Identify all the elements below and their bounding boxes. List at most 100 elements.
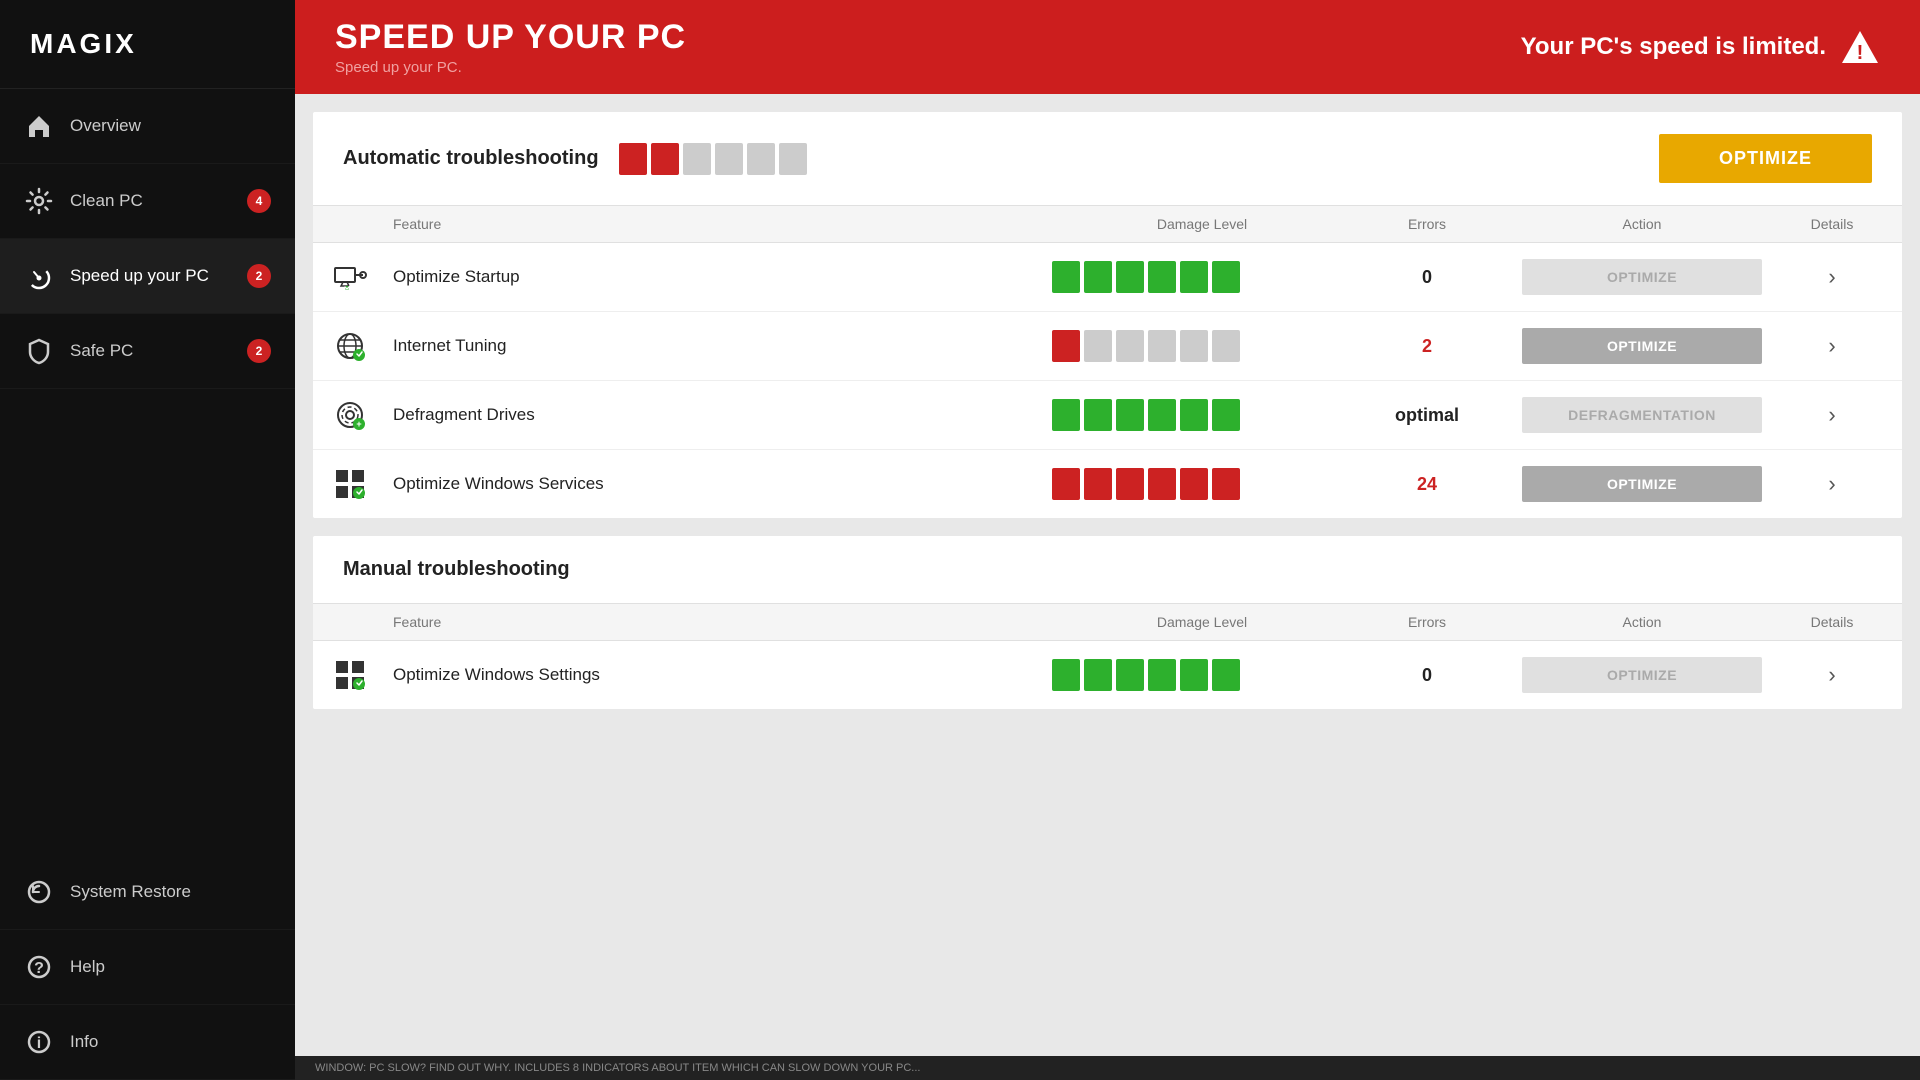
windows-services-action: OPTIMIZE: [1502, 466, 1782, 502]
defragment-errors: optimal: [1352, 405, 1502, 426]
windows-services-details[interactable]: ›: [1782, 467, 1882, 501]
optimize-all-button[interactable]: OPTIMIZE: [1659, 134, 1872, 183]
header-left: SPEED UP YOUR PC Speed up your PC.: [335, 18, 686, 76]
optimize-startup-action: OPTIMIZE: [1502, 259, 1782, 295]
shield-icon: [24, 336, 54, 366]
sidebar-bottom: System Restore ? Help i: [0, 855, 295, 1080]
windows-services-bars: [1052, 468, 1352, 500]
home-icon: [24, 111, 54, 141]
windows-settings-chevron[interactable]: ›: [1820, 658, 1843, 692]
section-bar-1: [619, 143, 647, 175]
manual-section-header: Manual troubleshooting: [313, 536, 1902, 604]
info-icon: i: [24, 1027, 54, 1057]
defragment-chevron[interactable]: ›: [1820, 398, 1843, 432]
windows-services-button[interactable]: OPTIMIZE: [1522, 466, 1762, 502]
optimize-startup-details[interactable]: ›: [1782, 260, 1882, 294]
col-feature: Feature: [393, 216, 1052, 232]
sidebar-item-safe-pc-label: Safe PC: [70, 341, 231, 361]
defragment-details[interactable]: ›: [1782, 398, 1882, 432]
windows-settings-details[interactable]: ›: [1782, 658, 1882, 692]
restore-icon: [24, 877, 54, 907]
windows-services-chevron[interactable]: ›: [1820, 467, 1843, 501]
internet-tuning-name: Internet Tuning: [393, 336, 1052, 356]
logo-area: MAGIX: [0, 0, 295, 89]
col-action: Action: [1502, 216, 1782, 232]
section-bar-5: [747, 143, 775, 175]
windows-settings-button: OPTIMIZE: [1522, 657, 1762, 693]
sidebar-item-system-restore-label: System Restore: [70, 882, 271, 902]
section-bar-2: [651, 143, 679, 175]
sidebar-item-overview[interactable]: Overview: [0, 89, 295, 164]
sidebar-item-system-restore[interactable]: System Restore: [0, 855, 295, 930]
manual-col-errors: Errors: [1352, 614, 1502, 630]
sidebar-navigation: Overview Clean PC 4 Speed up your: [0, 89, 295, 1080]
gear-icon: [24, 186, 54, 216]
bottom-status-bar: WINDOW: PC SLOW? FIND OUT WHY. INCLUDES …: [295, 1056, 1920, 1080]
svg-text:!: !: [1857, 42, 1864, 64]
page-subtitle: Speed up your PC.: [335, 59, 686, 76]
optimize-startup-chevron[interactable]: ›: [1820, 260, 1843, 294]
table-row: Optimize Windows Settings 0 OPTIMIZE ›: [313, 641, 1902, 709]
sidebar-item-overview-label: Overview: [70, 116, 271, 136]
table-row: Optimize Windows Services 24 OPTIMIZE ›: [313, 450, 1902, 518]
automatic-table-header: Feature Damage Level Errors Action Detai…: [313, 206, 1902, 243]
windows-settings-bars: [1052, 659, 1352, 691]
optimize-startup-name: Optimize Startup: [393, 267, 1052, 287]
content-area: Automatic troubleshooting OPTIMIZE Featu…: [295, 94, 1920, 1056]
manual-section-title: Manual troubleshooting: [343, 558, 570, 581]
internet-tuning-details[interactable]: ›: [1782, 329, 1882, 363]
sidebar-item-help[interactable]: ? Help: [0, 930, 295, 1005]
section-bar-6: [779, 143, 807, 175]
manual-col-action: Action: [1502, 614, 1782, 630]
windows-settings-action: OPTIMIZE: [1502, 657, 1782, 693]
header-right: Your PC's speed is limited. !: [1521, 29, 1880, 65]
safe-pc-badge: 2: [247, 339, 271, 363]
windows-settings-icon: [333, 658, 393, 692]
warning-text: Your PC's speed is limited.: [1521, 33, 1826, 61]
manual-col-feature: Feature: [393, 614, 1052, 630]
sidebar: MAGIX Overview Clean PC 4: [0, 0, 295, 1080]
sidebar-item-speed-up-label: Speed up your PC: [70, 266, 231, 286]
sidebar-item-info[interactable]: i Info: [0, 1005, 295, 1080]
page-header: SPEED UP YOUR PC Speed up your PC. Your …: [295, 0, 1920, 94]
manual-col-details: Details: [1782, 614, 1882, 630]
svg-text:?: ?: [34, 960, 44, 977]
internet-tuning-bars: [1052, 330, 1352, 362]
windows-settings-errors: 0: [1352, 665, 1502, 686]
windows-services-icon: [333, 467, 393, 501]
manual-table-header: Feature Damage Level Errors Action Detai…: [313, 604, 1902, 641]
manual-section: Manual troubleshooting Feature Damage Le…: [313, 536, 1902, 709]
section-bar-3: [683, 143, 711, 175]
optimize-startup-button: OPTIMIZE: [1522, 259, 1762, 295]
defragment-action: DEFRAGMENTATION: [1502, 397, 1782, 433]
optimize-startup-errors: 0: [1352, 267, 1502, 288]
col-icon: [333, 216, 393, 232]
sidebar-item-help-label: Help: [70, 957, 271, 977]
col-errors: Errors: [1352, 216, 1502, 232]
table-row: Optimize Startup 0 OPTIMIZE ›: [313, 243, 1902, 312]
automatic-section-header: Automatic troubleshooting OPTIMIZE: [313, 112, 1902, 206]
windows-services-errors: 24: [1352, 474, 1502, 495]
page-title: SPEED UP YOUR PC: [335, 18, 686, 57]
sidebar-item-speed-up[interactable]: Speed up your PC 2: [0, 239, 295, 314]
table-row: + Defragment Drives optimal DEFRAGMENTAT…: [313, 381, 1902, 450]
svg-text:+: +: [356, 419, 361, 429]
sidebar-item-clean-pc-label: Clean PC: [70, 191, 231, 211]
defragment-icon: +: [333, 398, 393, 432]
manual-col-icon: [333, 614, 393, 630]
sidebar-item-clean-pc[interactable]: Clean PC 4: [0, 164, 295, 239]
main-area: SPEED UP YOUR PC Speed up your PC. Your …: [295, 0, 1920, 1080]
col-damage: Damage Level: [1052, 216, 1352, 232]
help-icon: ?: [24, 952, 54, 982]
automatic-section-title: Automatic troubleshooting: [343, 147, 599, 170]
sidebar-item-safe-pc[interactable]: Safe PC 2: [0, 314, 295, 389]
internet-tuning-chevron[interactable]: ›: [1820, 329, 1843, 363]
svg-text:i: i: [37, 1035, 41, 1052]
section-damage-bars: [619, 143, 807, 175]
speed-up-badge: 2: [247, 264, 271, 288]
section-bar-4: [715, 143, 743, 175]
clean-pc-badge: 4: [247, 189, 271, 213]
internet-tuning-icon: [333, 329, 393, 363]
internet-tuning-button[interactable]: OPTIMIZE: [1522, 328, 1762, 364]
speedometer-icon: [24, 261, 54, 291]
